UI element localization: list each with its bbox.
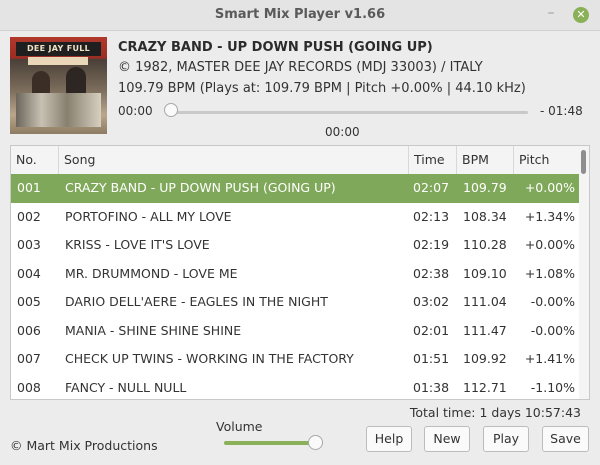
total-time: Total time: 1 days 10:57:43 — [409, 405, 581, 420]
cell-song: PORTOFINO - ALL MY LOVE — [65, 208, 232, 224]
cell-song: FANCY - NULL NULL — [65, 379, 187, 395]
elapsed-time: 00:00 — [118, 104, 153, 118]
cell-song: CRAZY BAND - UP DOWN PUSH (GOING UP) — [65, 180, 336, 195]
table-header: No. Song Time BPM Pitch — [11, 146, 579, 175]
cell-no: 001 — [17, 180, 41, 195]
volume-handle[interactable] — [308, 435, 323, 450]
cell-no: 008 — [17, 379, 41, 395]
help-button[interactable]: Help — [366, 426, 412, 452]
remaining-time: - 01:48 — [540, 104, 583, 118]
table-row[interactable]: 002 PORTOFINO - ALL MY LOVE 02:13 108.34… — [11, 203, 579, 232]
cell-bpm: 110.28 — [463, 237, 507, 252]
cell-time: 02:07 — [413, 180, 450, 195]
playlist-table: No. Song Time BPM Pitch 001 CRAZY BAND -… — [10, 145, 590, 400]
cell-bpm: 108.34 — [463, 208, 507, 224]
close-icon[interactable]: ✕ — [573, 7, 589, 23]
title-bar[interactable]: Smart Mix Player v1.66 – ✕ — [0, 0, 600, 31]
cell-no: 007 — [17, 351, 41, 366]
minimize-icon[interactable]: – — [543, 6, 559, 23]
cell-time: 01:51 — [413, 351, 450, 366]
cell-bpm: 111.04 — [463, 294, 507, 309]
seek-bar[interactable] — [172, 111, 528, 114]
column-header-bpm[interactable]: BPM — [457, 146, 514, 174]
cell-pitch: +1.08% — [524, 265, 575, 281]
play-button[interactable]: Play — [483, 426, 529, 452]
table-body: 001 CRAZY BAND - UP DOWN PUSH (GOING UP)… — [11, 174, 579, 400]
cell-pitch: -0.00% — [530, 294, 575, 309]
seek-handle[interactable] — [164, 103, 178, 117]
copyright-text: © Mart Mix Productions — [10, 438, 158, 453]
cell-song: MR. DRUMMOND - LOVE ME — [65, 265, 238, 281]
now-playing-bpm: 109.79 BPM (Plays at: 109.79 BPM | Pitch… — [118, 81, 526, 96]
table-scrollbar[interactable] — [579, 146, 589, 399]
table-row[interactable]: 001 CRAZY BAND - UP DOWN PUSH (GOING UP)… — [11, 174, 579, 203]
cell-pitch: +1.34% — [524, 208, 575, 224]
cell-time: 02:38 — [413, 265, 450, 281]
cell-no: 006 — [17, 322, 41, 338]
cell-time: 02:19 — [413, 237, 450, 252]
cell-pitch: +0.00% — [524, 180, 575, 195]
album-cover: DEE JAY FULL TIME — [10, 37, 107, 134]
column-header-pitch[interactable]: Pitch — [514, 146, 579, 174]
cell-pitch: +1.41% — [524, 351, 575, 366]
cell-bpm: 109.10 — [463, 265, 507, 281]
window-title: Smart Mix Player v1.66 — [214, 7, 386, 22]
cell-time: 02:13 — [413, 208, 450, 224]
cell-bpm: 111.47 — [463, 322, 507, 338]
cell-no: 005 — [17, 294, 41, 309]
save-button[interactable]: Save — [542, 426, 589, 452]
cell-no: 003 — [17, 237, 41, 252]
cell-pitch: +0.00% — [524, 237, 575, 252]
cell-song: CHECK UP TWINS - WORKING IN THE FACTORY — [65, 351, 354, 366]
cell-time: 01:38 — [413, 379, 450, 395]
table-row[interactable]: 007 CHECK UP TWINS - WORKING IN THE FACT… — [11, 345, 579, 374]
scrollbar-thumb[interactable] — [581, 150, 586, 174]
table-row[interactable]: 005 DARIO DELL'AERE - EAGLES IN THE NIGH… — [11, 288, 579, 317]
cell-bpm: 109.92 — [463, 351, 507, 366]
cell-pitch: -1.10% — [530, 379, 575, 395]
table-row[interactable]: 004 MR. DRUMMOND - LOVE ME 02:38 109.10 … — [11, 260, 579, 289]
cell-song: KRISS - LOVE IT'S LOVE — [65, 237, 210, 252]
cell-time: 03:02 — [413, 294, 450, 309]
cell-bpm: 109.79 — [463, 180, 507, 195]
cell-no: 004 — [17, 265, 41, 281]
column-header-song[interactable]: Song — [59, 146, 409, 174]
cell-time: 02:01 — [413, 322, 450, 338]
cell-bpm: 112.71 — [463, 379, 507, 395]
cell-pitch: -0.00% — [530, 322, 575, 338]
cell-song: DARIO DELL'AERE - EAGLES IN THE NIGHT — [65, 294, 328, 309]
cell-song: MANIA - SHINE SHINE SHINE — [65, 322, 242, 338]
column-header-no[interactable]: No. — [11, 146, 59, 174]
table-row[interactable]: 003 KRISS - LOVE IT'S LOVE 02:19 110.28 … — [11, 231, 579, 260]
app-window: Smart Mix Player v1.66 – ✕ DEE JAY FULL … — [0, 0, 600, 465]
position-time: 00:00 — [325, 125, 360, 139]
now-playing-label: © 1982, MASTER DEE JAY RECORDS (MDJ 3300… — [118, 60, 483, 75]
new-button[interactable]: New — [424, 426, 470, 452]
now-playing-title: CRAZY BAND - UP DOWN PUSH (GOING UP) — [118, 40, 433, 55]
table-row[interactable]: 008 FANCY - NULL NULL 01:38 112.71 -1.10… — [11, 374, 579, 400]
album-cover-title: DEE JAY FULL TIME — [16, 42, 101, 67]
volume-label: Volume — [216, 419, 263, 434]
cell-no: 002 — [17, 208, 41, 224]
column-header-time[interactable]: Time — [409, 146, 457, 174]
table-row[interactable]: 006 MANIA - SHINE SHINE SHINE 02:01 111.… — [11, 317, 579, 346]
volume-slider[interactable] — [224, 441, 316, 445]
